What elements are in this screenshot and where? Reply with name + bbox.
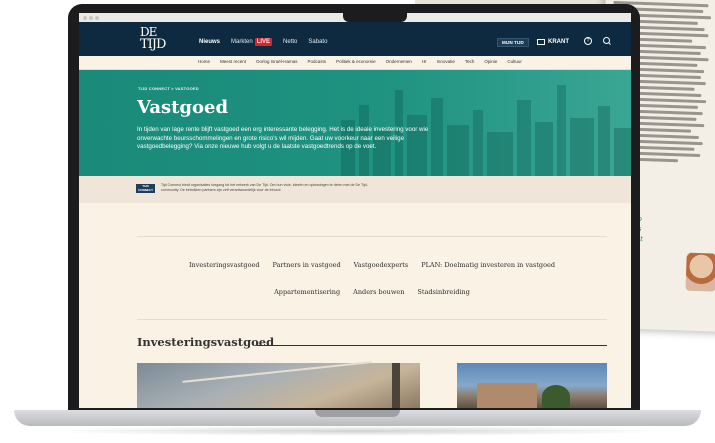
breadcrumb[interactable]: TIJD CONNECT > VASTGOED	[138, 86, 199, 91]
topic-tag-link[interactable]: Appartementisering	[274, 288, 340, 296]
mijn-tijd-button[interactable]: MIJN TIJD	[497, 38, 529, 47]
nav-item-markten[interactable]: Markten LIVE	[231, 38, 273, 46]
topic-tags-row-2: Appartementisering Anders bouwen Stadsinbr…	[137, 288, 607, 296]
topic-tag-link[interactable]: Anders bouwen	[353, 288, 404, 296]
newspaper-icon	[537, 39, 545, 45]
page-title: Vastgoed	[137, 97, 229, 118]
nav-item-netto[interactable]: Netto	[283, 39, 297, 45]
secondary-nav-item[interactable]: Innovatie	[437, 59, 455, 64]
secondary-nav-item[interactable]: Hr	[422, 59, 427, 64]
topic-tag-link[interactable]: Investeringsvastgoed	[189, 261, 260, 269]
topic-tag-link[interactable]: Stadsinbreiding	[417, 288, 469, 296]
topic-tags-row-1: Investeringsvastgoed Partners in vastgoed…	[137, 261, 607, 269]
nav-item-markten-label: Markten	[231, 39, 253, 45]
tags-bottom-divider	[137, 319, 607, 320]
tijd-connect-disclaimer: Tijd Connect biedt organisaties toegang …	[161, 183, 368, 192]
secondary-nav: Home Meest recent Oorlog Israël-Hamas Podca…	[79, 56, 631, 70]
hero-banner: TIJD CONNECT > VASTGOED Vastgoed In tijd…	[79, 70, 631, 176]
nav-item-sabato[interactable]: Sabato	[308, 39, 327, 45]
tags-top-divider	[137, 236, 607, 237]
laptop-shadow	[40, 426, 675, 436]
image-detail-building	[477, 383, 537, 408]
image-detail-tree	[542, 385, 570, 408]
live-badge: LIVE	[254, 38, 273, 46]
nav-item-nieuws[interactable]: Nieuws	[199, 39, 220, 45]
topic-tags: Investeringsvastgoed Partners in vastgoed…	[137, 261, 607, 315]
search-icon[interactable]	[603, 37, 611, 45]
window-zoom-dot[interactable]	[95, 16, 99, 20]
page-intro: In tijden van lage rente blijft vastgoed…	[137, 126, 429, 150]
image-detail-post	[392, 363, 400, 408]
secondary-nav-items: Home Meest recent Oorlog Israël-Hamas Podca…	[198, 59, 522, 64]
topic-tag-link[interactable]: Vastgoedexperts	[354, 261, 409, 269]
city-skyline-image	[341, 85, 631, 176]
image-detail-beam	[182, 361, 372, 383]
help-icon[interactable]: ?	[584, 37, 592, 45]
section-heading: Investeringsvastgoed	[137, 335, 275, 349]
secondary-nav-item[interactable]: Home	[198, 59, 210, 64]
primary-nav: Nieuws Markten LIVE Netto Sabato	[199, 38, 327, 46]
secondary-nav-item[interactable]: Meest recent	[220, 59, 246, 64]
magazine-portrait	[685, 252, 715, 292]
window-minimize-dot[interactable]	[89, 16, 93, 20]
laptop-opening-groove	[315, 410, 400, 417]
topic-tag-link[interactable]: Partners in vastgoed	[273, 261, 341, 269]
camera-notch	[343, 4, 407, 22]
article-image-residence[interactable]	[457, 363, 607, 408]
logo-line-2: TIJD	[140, 37, 166, 52]
tijd-connect-info-bar: TIJD CONNECT Tijd Connect biedt organisa…	[79, 176, 631, 203]
secondary-nav-item[interactable]: Oorlog Israël-Hamas	[256, 59, 298, 64]
topic-tag-link[interactable]: PLAN: Doelmatig investeren in vastgoed	[421, 261, 555, 269]
secondary-nav-item[interactable]: Podcasts	[308, 59, 327, 64]
laptop-screen: Nieuws Markten LIVE Netto Sabato MIJN TIJ…	[79, 13, 631, 408]
secondary-nav-item[interactable]: Opinie	[484, 59, 497, 64]
krant-button[interactable]: KRANT	[537, 39, 569, 45]
secondary-nav-item[interactable]: Politiek & economie	[336, 59, 376, 64]
scene: aan oplos k zorgverb ziekenhuis onzorgce…	[0, 0, 715, 443]
de-tijd-logo[interactable]: DE TIJD	[137, 25, 172, 56]
secondary-nav-item[interactable]: Tech	[465, 59, 475, 64]
article-image-building[interactable]	[137, 361, 420, 408]
secondary-nav-item[interactable]: Cultuur	[507, 59, 522, 64]
secondary-nav-item[interactable]: Ondernemen	[386, 59, 412, 64]
window-close-dot[interactable]	[83, 16, 87, 20]
tijd-connect-badge: TIJD CONNECT	[136, 184, 155, 193]
section-heading-rule	[257, 345, 607, 346]
krant-label: KRANT	[548, 39, 569, 45]
